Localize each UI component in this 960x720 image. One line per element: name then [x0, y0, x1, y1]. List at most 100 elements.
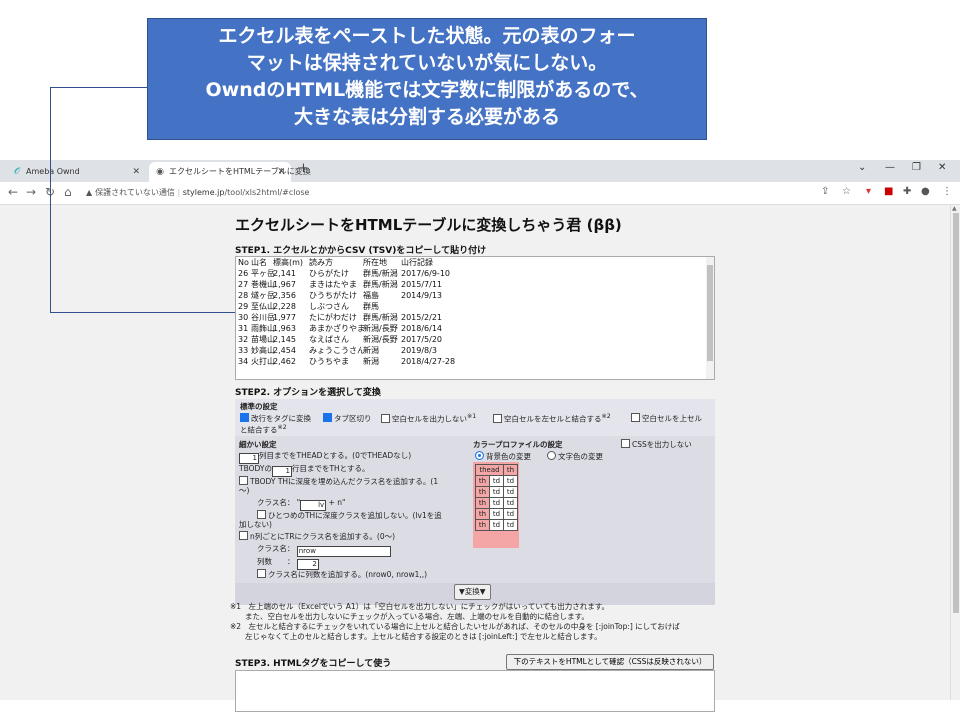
textarea-scrollbar[interactable] [706, 257, 714, 379]
preview-th-cell[interactable]: th [475, 519, 490, 531]
scroll-up-icon[interactable]: ▲ [952, 205, 957, 212]
checkbox[interactable] [621, 439, 630, 448]
preview-th-cell[interactable]: th [475, 508, 490, 520]
options-panel: 標準の設定 改行をタグに変換 タブ区切り 空白セルを出力しない※1 空白セルを左… [235, 399, 715, 605]
tab-ameba-ownd[interactable]: 𝒪 Ameba Ownd ✕ [6, 162, 146, 182]
page-scrollbar[interactable]: ▲ [950, 205, 960, 700]
tsv-cell: 1,977 [273, 313, 296, 322]
tsv-cell: ひうちやま [309, 357, 349, 366]
radio-background-color[interactable]: 背景色の変更 [475, 451, 531, 462]
checkbox-checked[interactable] [323, 413, 332, 422]
option-no-css[interactable]: CSSを出力しない [621, 439, 692, 450]
preview-th-cell[interactable]: th [475, 475, 490, 487]
nrow-class-label: n列ごとにTRにクラス名を追加する。(0〜) [250, 532, 396, 541]
preview-td-cell[interactable]: td [503, 475, 518, 487]
tsv-cell: 2,356 [273, 291, 296, 300]
tsv-cell: 所在地 [363, 258, 387, 267]
browser-toolbar: ← → ↻ ⌂ ▲保護されていない通信 | styleme.jp/tool/xl… [0, 182, 960, 205]
back-icon[interactable]: ← [8, 185, 18, 199]
tsv-cell: 2,228 [273, 302, 296, 311]
tbody-label: 行目までをTHとする。 [291, 464, 370, 473]
tab-close-icon[interactable]: ✕ [132, 162, 140, 182]
checkbox[interactable] [239, 531, 248, 540]
option-join-left[interactable]: 空白セルを左セルと結合する※2 [493, 413, 611, 425]
tsv-cell: 2,462 [273, 357, 296, 366]
nrow-classname-label: クラス名： [257, 544, 295, 553]
preview-th-cell[interactable]: th [475, 497, 490, 509]
restore-icon[interactable]: ❐ [912, 162, 921, 173]
menu-kebab-icon[interactable]: ⋮ [942, 186, 952, 197]
tsv-cell: 27 [238, 280, 249, 289]
minimize-icon[interactable]: — [885, 162, 895, 173]
checkbox[interactable] [631, 413, 640, 422]
tsv-cell: 2019/8/3 [401, 346, 437, 355]
tsv-cell: 2,454 [273, 346, 296, 355]
tsv-cell: 33 [238, 346, 249, 355]
callout-line-1: エクセル表をペーストした状態。元の表のフォー [218, 25, 636, 47]
preview-td-cell[interactable]: td [503, 497, 518, 509]
tsv-cell: 燧ヶ岳 [251, 291, 275, 300]
tsv-input-textarea[interactable]: No 山名 標高(m) 読み方 所在地 山行記録 26 平ヶ岳2,141 ひらがたけ 群馬/新潟 2… [235, 256, 715, 380]
scrollbar-thumb[interactable] [953, 213, 959, 613]
tsv-cell: 群馬/新潟 [363, 269, 398, 278]
step2-heading: STEP2. オプションを選択して変換 [235, 388, 381, 398]
close-window-icon[interactable]: ✕ [938, 162, 946, 173]
preview-th-cell[interactable]: th [503, 464, 518, 476]
share-icon[interactable]: ⇪ [821, 186, 829, 197]
checkbox[interactable] [239, 476, 248, 485]
pdf-extension-icon[interactable]: ■ [884, 186, 893, 197]
preview-th-cell[interactable]: th [475, 486, 490, 498]
tab-close-icon[interactable]: ✕ [277, 162, 285, 182]
radio-text-color[interactable]: 文字色の変更 [547, 451, 603, 462]
preview-thead-cell[interactable]: thead [475, 464, 504, 476]
checkbox[interactable] [493, 413, 502, 423]
tsv-cell: 1,963 [273, 324, 296, 333]
callout-leader-line [50, 312, 235, 313]
preview-td-cell[interactable]: td [503, 519, 518, 531]
home-icon[interactable]: ⌂ [64, 185, 72, 199]
tsv-cell: 群馬/新潟 [363, 280, 398, 289]
tsv-cell: 2017/5/20 [401, 335, 443, 344]
convert-button[interactable]: ▼変換▼ [454, 584, 491, 600]
html-output-textarea[interactable] [235, 670, 715, 712]
footnote-1-cont: また、空白セルを出力しないにチェックが入っている場合、左端、上端のセルを自動的に… [230, 612, 589, 621]
option-skip-empty-cells[interactable]: 空白セルを出力しない※1 [381, 413, 476, 425]
preview-td-cell[interactable]: td [489, 508, 504, 520]
preview-html-button[interactable]: 下のテキストをHTMLとして確認（CSSは反映されない） [506, 654, 714, 670]
checkbox-checked[interactable] [240, 413, 249, 422]
option-join-top[interactable]: 空白セルを上セル [631, 413, 702, 424]
preview-td-cell[interactable]: td [503, 486, 518, 498]
preview-td-cell[interactable]: td [489, 486, 504, 498]
tsv-cell: 新潟 [363, 357, 379, 366]
radio-selected[interactable] [475, 451, 484, 460]
bookmark-star-icon[interactable]: ☆ [842, 186, 851, 197]
forward-icon[interactable]: → [26, 185, 36, 199]
callout-leader-line [50, 87, 51, 313]
profile-avatar-icon[interactable]: ● [921, 186, 930, 197]
option-label: 空白セルを左セルと結合する [504, 414, 602, 424]
radio-label: 文字色の変更 [558, 452, 603, 461]
preview-td-cell[interactable]: td [489, 519, 504, 531]
preview-td-cell[interactable]: td [489, 475, 504, 487]
option-tab-separated[interactable]: タブ区切り [323, 413, 372, 424]
address-bar[interactable]: ▲ 保護されていない通信 | styleme.jp/tool/xls2html/#… [86, 184, 816, 202]
tsv-cell: たにがわだけ [309, 313, 357, 322]
color-preview-table: thead th th td td th td td th td td th td td th td… [475, 464, 518, 531]
footnote-mark: ※2 [277, 424, 287, 431]
new-tab-icon[interactable]: + [298, 161, 309, 176]
checkbox[interactable] [257, 510, 266, 519]
checkbox[interactable] [381, 413, 390, 423]
nrow-add-count-label: クラス名に列数を追加する。(nrow0, nrow1,,) [268, 570, 428, 579]
tab-search-icon[interactable]: ⌄ [858, 162, 866, 173]
radio[interactable] [547, 451, 556, 460]
checkbox[interactable] [257, 569, 266, 578]
option-newline-to-tag[interactable]: 改行をタグに変換 [240, 413, 311, 424]
tsv-cell: 山行記録 [401, 258, 433, 267]
tab-xls2html[interactable]: ◉ エクセルシートをHTMLテーブルに変換 ✕ [149, 162, 311, 182]
basic-settings: 標準の設定 改行をタグに変換 タブ区切り 空白セルを出力しない※1 空白セルを左… [235, 399, 715, 436]
preview-td-cell[interactable]: td [489, 497, 504, 509]
preview-td-cell[interactable]: td [503, 508, 518, 520]
option-label: CSSを出力しない [632, 440, 692, 449]
extensions-puzzle-icon[interactable]: ✚ [903, 186, 911, 197]
pocket-extension-icon[interactable]: ▾ [866, 186, 871, 197]
